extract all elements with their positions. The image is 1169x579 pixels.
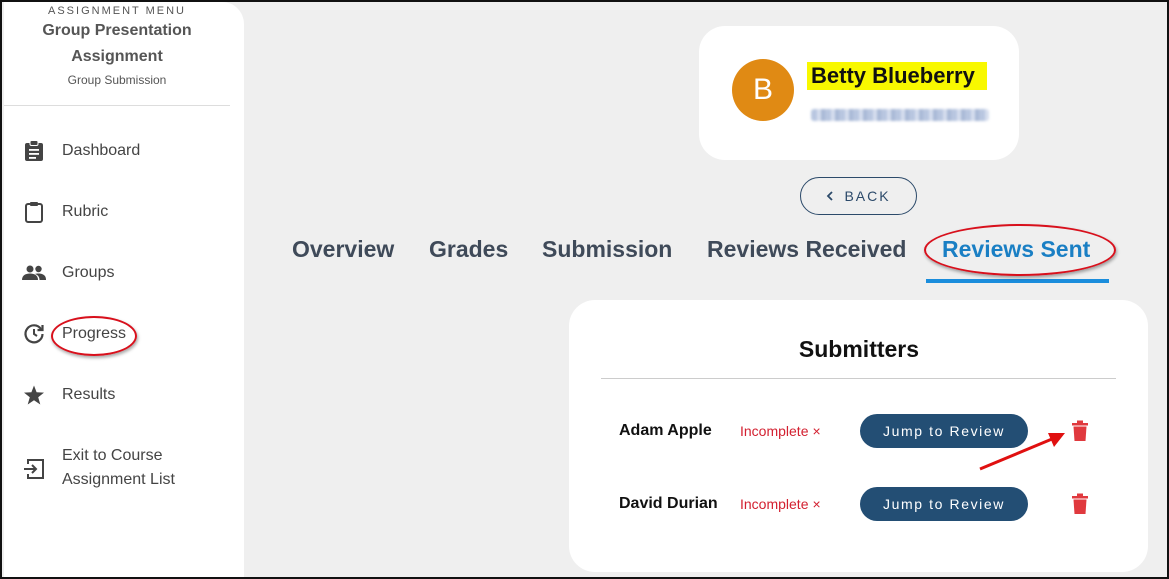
status-badge: Incomplete ×	[740, 484, 821, 524]
screenshot-frame: ASSIGNMENT MENU Group Presentation Assig…	[0, 0, 1169, 579]
sidebar-item-groups[interactable]: Groups	[4, 253, 229, 293]
sidebar-item-label: Groups	[62, 264, 115, 281]
progress-clock-icon	[22, 322, 46, 346]
back-label: BACK	[844, 188, 891, 204]
clipboard-icon	[22, 200, 46, 224]
clipboard-list-icon	[22, 139, 46, 163]
assignment-title-line1: Group Presentation	[42, 22, 192, 39]
status-text: Incomplete	[740, 423, 809, 439]
student-name: Betty Blueberry	[807, 62, 987, 90]
tab-overview[interactable]: Overview	[292, 234, 394, 264]
submitter-name: Adam Apple	[619, 422, 712, 439]
sidebar-item-label: Rubric	[62, 203, 109, 220]
submitter-name: David Durian	[619, 495, 718, 512]
annotation-circle-reviews-sent	[924, 224, 1116, 276]
close-icon: ×	[812, 496, 821, 512]
exit-label-line2: Assignment List	[62, 471, 175, 488]
sidebar-item-dashboard[interactable]: Dashboard	[4, 131, 229, 171]
annotation-circle-progress	[51, 316, 137, 356]
active-tab-indicator	[926, 279, 1109, 283]
sidebar-caption: ASSIGNMENT MENU	[48, 5, 186, 17]
chevron-left-icon	[826, 188, 834, 204]
sidebar-item-label: Results	[62, 386, 116, 403]
annotation-arrow	[979, 433, 1065, 471]
close-icon: ×	[812, 423, 821, 439]
assignment-sidebar: ASSIGNMENT MENU Group Presentation Assig…	[4, 2, 244, 577]
sidebar-item-rubric[interactable]: Rubric	[4, 192, 229, 232]
submitters-title: Submitters	[798, 336, 920, 362]
divider	[601, 378, 1116, 379]
exit-icon	[22, 457, 46, 481]
status-text: Incomplete	[740, 496, 809, 512]
tab-reviews-received[interactable]: Reviews Received	[707, 234, 906, 264]
star-icon	[22, 383, 46, 407]
student-profile-card: B Betty Blueberry	[699, 26, 1019, 160]
tab-grades[interactable]: Grades	[429, 234, 508, 264]
assignment-subtitle: Group Submission	[67, 73, 167, 87]
sidebar-item-label: Dashboard	[62, 142, 141, 159]
people-icon	[22, 261, 46, 285]
avatar: B	[732, 59, 794, 121]
sidebar-item-label: Exit to Course Assignment List	[62, 444, 175, 492]
back-button[interactable]: BACK	[800, 177, 917, 215]
status-badge: Incomplete ×	[740, 411, 821, 451]
exit-label-line1: Exit to Course	[62, 447, 163, 464]
sidebar-item-exit[interactable]: Exit to Course Assignment List	[4, 444, 229, 494]
sidebar-item-results[interactable]: Results	[4, 375, 229, 415]
trash-icon[interactable]	[1071, 420, 1089, 442]
blurred-email	[811, 109, 989, 121]
trash-icon[interactable]	[1071, 493, 1089, 515]
sidebar-header: ASSIGNMENT MENU Group Presentation Assig…	[4, 2, 230, 106]
tab-submission[interactable]: Submission	[542, 234, 672, 264]
table-row: David Durian Incomplete × Jump to Review	[569, 484, 1148, 524]
jump-to-review-button[interactable]: Jump to Review	[860, 487, 1028, 521]
assignment-title-line2: Assignment	[71, 48, 163, 65]
